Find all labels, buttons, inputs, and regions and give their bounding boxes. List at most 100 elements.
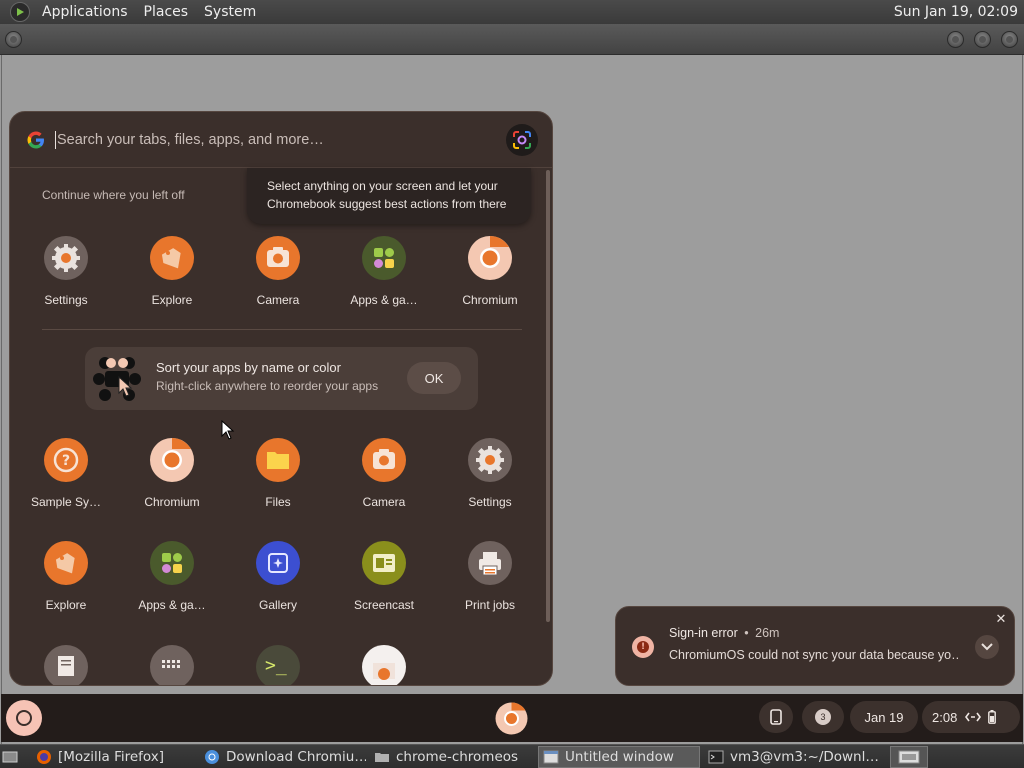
- grid-app-apps-games[interactable]: Apps & ga…: [122, 541, 222, 612]
- screencast-icon: [362, 541, 406, 585]
- close-button[interactable]: [1001, 31, 1018, 48]
- shelf-time: 2:08: [932, 709, 958, 725]
- camera-icon: [362, 438, 406, 482]
- distro-logo-icon[interactable]: [10, 2, 30, 22]
- recent-app-settings[interactable]: Settings: [16, 236, 116, 307]
- notification-body: ChromiumOS could not sync your data beca…: [669, 648, 959, 662]
- notification-counter-button[interactable]: 3: [802, 701, 844, 733]
- grid-app-gallery[interactable]: Gallery: [228, 541, 328, 612]
- tooltip-line-2: Chromebook suggest best actions from the…: [267, 197, 507, 211]
- maximize-button[interactable]: [974, 31, 991, 48]
- grid-app-partial-1[interactable]: [16, 645, 116, 685]
- task-untitled-window[interactable]: Untitled window: [538, 746, 700, 768]
- app-label: Print jobs: [464, 598, 516, 612]
- section-divider: [42, 329, 522, 330]
- app-launcher: Continue where you left off Select anyth…: [9, 111, 553, 686]
- recent-app-chromium[interactable]: Chromium: [440, 236, 540, 307]
- lens-button[interactable]: [506, 124, 538, 156]
- app-label: Settings: [44, 293, 88, 307]
- app-label: Chromium: [144, 495, 200, 509]
- grid-app-print-jobs[interactable]: Print jobs: [440, 541, 540, 612]
- desktop-icon: [2, 751, 18, 763]
- notification-close-icon[interactable]: ✕: [994, 613, 1008, 627]
- phone-hub-button[interactable]: [759, 701, 793, 733]
- task-chromium-download[interactable]: Download Chromiu…: [204, 746, 366, 768]
- help-icon: ?: [44, 438, 88, 482]
- host-clock[interactable]: Sun Jan 19, 02:09: [894, 4, 1024, 20]
- tooltip-line-1: Select anything on your screen and let y…: [267, 179, 498, 193]
- lens-icon: [513, 131, 531, 149]
- continue-section-title: Continue where you left off: [42, 188, 185, 202]
- workspace-icon: [898, 750, 920, 764]
- app-label: Files: [265, 495, 291, 509]
- sort-ok-button[interactable]: OK: [407, 362, 461, 394]
- print-icon: [468, 541, 512, 585]
- notification-time: 26m: [755, 626, 780, 640]
- grid-app-camera[interactable]: Camera: [334, 438, 434, 509]
- svg-text:>_: >_: [265, 655, 287, 676]
- task-firefox[interactable]: [Mozilla Firefox]: [36, 746, 196, 768]
- task-terminal[interactable]: vm3@vm3:~/Downl…: [708, 746, 878, 768]
- workspace-switcher[interactable]: [890, 746, 928, 768]
- lens-tooltip: Select anything on your screen and let y…: [247, 168, 531, 224]
- apps-games-icon: [362, 236, 406, 280]
- signin-error-notification[interactable]: ! Sign-in error • 26m ChromiumOS could n…: [615, 606, 1015, 686]
- launcher-search-input[interactable]: [56, 131, 476, 148]
- launcher-button[interactable]: [6, 700, 42, 736]
- grid-app-partial-2[interactable]: [122, 645, 222, 685]
- window-menu-button[interactable]: [5, 31, 22, 48]
- task-label: [Mozilla Firefox]: [58, 749, 165, 765]
- app-label: Explore: [45, 598, 87, 612]
- error-icon: !: [632, 636, 654, 658]
- grid-app-partial-3[interactable]: >_: [228, 645, 328, 685]
- app-label: Sample Sy…: [30, 495, 102, 509]
- status-tray-button[interactable]: 2:08: [922, 701, 1020, 733]
- minimize-button[interactable]: [947, 31, 964, 48]
- settings-icon: [468, 438, 512, 482]
- sort-apps-illustration: [93, 357, 141, 401]
- notification-count-badge: 3: [815, 709, 831, 725]
- recent-app-camera[interactable]: Camera: [228, 236, 328, 307]
- grid-app-screencast[interactable]: Screencast: [334, 541, 434, 612]
- app-label: Camera: [362, 495, 406, 509]
- shelf-chromium-icon[interactable]: [495, 702, 528, 735]
- explore-icon: [44, 541, 88, 585]
- task-label: Download Chromiu…: [226, 749, 366, 765]
- recent-app-apps-games[interactable]: Apps & ga…: [334, 236, 434, 307]
- menu-applications[interactable]: Applications: [34, 4, 136, 20]
- gallery-icon: [256, 541, 300, 585]
- menu-places[interactable]: Places: [136, 4, 197, 20]
- grid-app-sample-system[interactable]: ? Sample Sy…: [16, 438, 116, 509]
- recent-app-explore[interactable]: Explore: [122, 236, 222, 307]
- sort-apps-nudge: Sort your apps by name or color Right-cl…: [85, 347, 478, 410]
- files-icon: [256, 438, 300, 482]
- mouse-pointer-icon: [221, 420, 235, 440]
- app-label: Chromium: [462, 293, 518, 307]
- folder-icon: [375, 753, 389, 762]
- grid-app-chromium[interactable]: Chromium: [122, 438, 222, 509]
- sort-card-subtitle: Right-click anywhere to reorder your app…: [156, 379, 379, 393]
- shelf-date: Jan 19: [864, 709, 904, 725]
- app-label: Camera: [256, 293, 300, 307]
- grid-app-explore[interactable]: Explore: [16, 541, 116, 612]
- grid-app-files[interactable]: Files: [228, 438, 328, 509]
- task-label: Untitled window: [565, 749, 674, 765]
- vm-window-titlebar[interactable]: [0, 24, 1024, 55]
- launcher-search-bar[interactable]: [10, 112, 552, 168]
- grid-app-settings[interactable]: Settings: [440, 438, 540, 509]
- terminal-icon: [708, 750, 724, 764]
- chromium-icon: [205, 750, 219, 764]
- grid-app-partial-4[interactable]: [334, 645, 434, 685]
- host-top-panel: Applications Places System Sun Jan 19, 0…: [0, 0, 1024, 24]
- menu-system[interactable]: System: [196, 4, 264, 20]
- firefox-icon: [37, 750, 51, 764]
- notification-expand-button[interactable]: [975, 635, 999, 659]
- show-desktop-button[interactable]: [2, 746, 24, 768]
- task-file-manager[interactable]: chrome-chromeos: [374, 746, 532, 768]
- shelf-date-button[interactable]: Jan 19: [850, 701, 918, 733]
- svg-text:?: ?: [62, 453, 70, 469]
- launcher-scrollbar[interactable]: [546, 170, 550, 622]
- explore-icon: [150, 236, 194, 280]
- task-label: vm3@vm3:~/Downl…: [730, 749, 878, 765]
- apps-games-icon: [150, 541, 194, 585]
